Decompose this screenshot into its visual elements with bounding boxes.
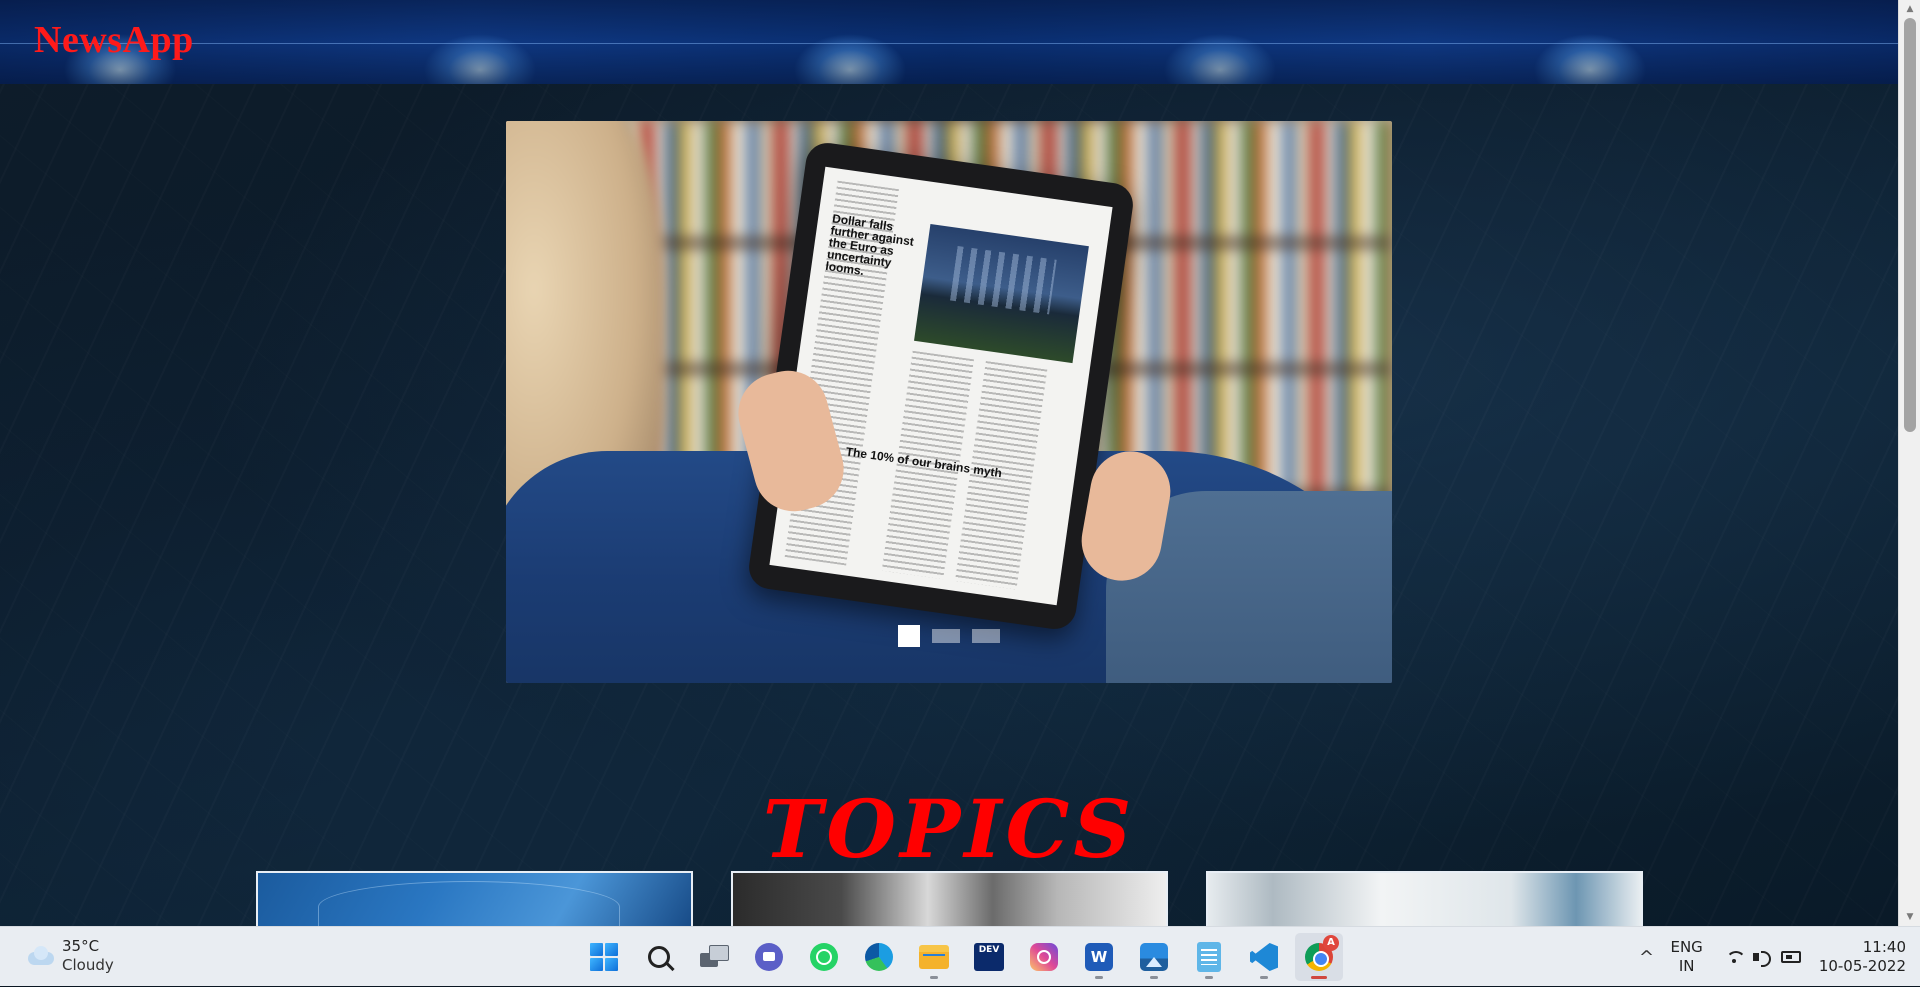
carousel-indicator-1[interactable] [898,625,920,647]
language-indicator[interactable]: ENG IN [1670,938,1702,976]
photos-button[interactable] [1130,933,1178,981]
task-view-icon [700,945,729,969]
task-view-button[interactable] [690,933,738,981]
word-icon: W [1085,943,1113,971]
brand-logo-link[interactable]: NewsApp [34,18,194,62]
topic-card-business[interactable] [731,871,1168,926]
running-indicator [1260,976,1268,979]
file-explorer-button[interactable] [910,933,958,981]
volume-icon [1752,949,1771,967]
language-code: ENG [1670,938,1703,956]
weather-text: 35°C Cloudy [62,937,114,975]
search-icon [648,946,670,968]
vscode-icon [1250,943,1278,971]
notepad-button[interactable] [1185,933,1233,981]
whatsapp-icon [810,943,838,971]
weather-widget[interactable]: 35°C Cloudy [24,937,114,975]
navbar: NewsApp [0,0,1898,84]
chrome-profile-badge: A [1323,935,1339,951]
quick-settings[interactable] [1725,949,1801,967]
start-button[interactable] [580,933,628,981]
region-code: IN [1678,957,1695,975]
article-photo [914,223,1089,364]
folder-icon [919,945,949,969]
edge-icon [865,943,893,971]
running-indicator [1095,976,1103,979]
carousel-indicator-3[interactable] [972,629,1000,643]
clock[interactable]: 11:40 10-05-2022 [1819,938,1906,976]
topic-card-lifestyle[interactable] [1206,871,1643,926]
hero-carousel[interactable]: Dollar falls further against the Euro as… [506,121,1392,683]
teams-chat-button[interactable] [745,933,793,981]
taskbar: 35°C Cloudy DEV W A ^ ENG IN 11:40 10-05… [0,926,1920,986]
clock-date: 10-05-2022 [1818,957,1906,975]
running-indicator [1150,976,1158,979]
weather-condition: Cloudy [62,956,114,974]
weather-temp: 35°C [62,937,100,955]
dev-icon: DEV [974,943,1004,971]
taskbar-apps: DEV W A [580,933,1343,981]
scroll-up-arrow-icon[interactable]: ▲ [1899,0,1920,18]
photos-icon [1140,943,1168,971]
dev-home-button[interactable]: DEV [965,933,1013,981]
system-tray: ^ ENG IN 11:40 10-05-2022 [1628,927,1920,987]
edge-button[interactable] [855,933,903,981]
cloud-icon [24,946,54,966]
notepad-icon [1197,942,1221,972]
chrome-button[interactable]: A [1295,933,1343,981]
instagram-button[interactable] [1020,933,1068,981]
word-button[interactable]: W [1075,933,1123,981]
scroll-thumb[interactable] [1904,18,1916,432]
topic-card-health[interactable] [256,871,693,926]
vscode-button[interactable] [1240,933,1288,981]
carousel-indicator-2[interactable] [932,629,960,643]
running-indicator [1311,976,1327,979]
scroll-down-arrow-icon[interactable]: ▼ [1899,908,1920,926]
navbar-divider [0,43,1898,44]
running-indicator [1205,976,1213,979]
search-button[interactable] [635,933,683,981]
windows-icon [590,943,618,971]
tablet-screen: Dollar falls further against the Euro as… [769,166,1113,606]
carousel-indicators [506,625,1392,647]
wifi-icon [1725,949,1746,965]
vertical-scrollbar[interactable]: ▲ ▼ [1898,0,1920,926]
browser-viewport: NewsApp Dollar falls further against the… [0,0,1920,926]
clock-time: 11:40 [1862,938,1906,956]
whatsapp-button[interactable] [800,933,848,981]
show-hidden-icons-chevron-icon[interactable]: ^ [1628,947,1664,968]
battery-icon [1780,951,1801,963]
chat-icon [755,943,783,971]
topics-heading: TOPICS [762,781,1136,876]
running-indicator [930,976,938,979]
instagram-icon [1030,943,1058,971]
slide-headline-1: Dollar falls further against the Euro as… [824,211,915,279]
